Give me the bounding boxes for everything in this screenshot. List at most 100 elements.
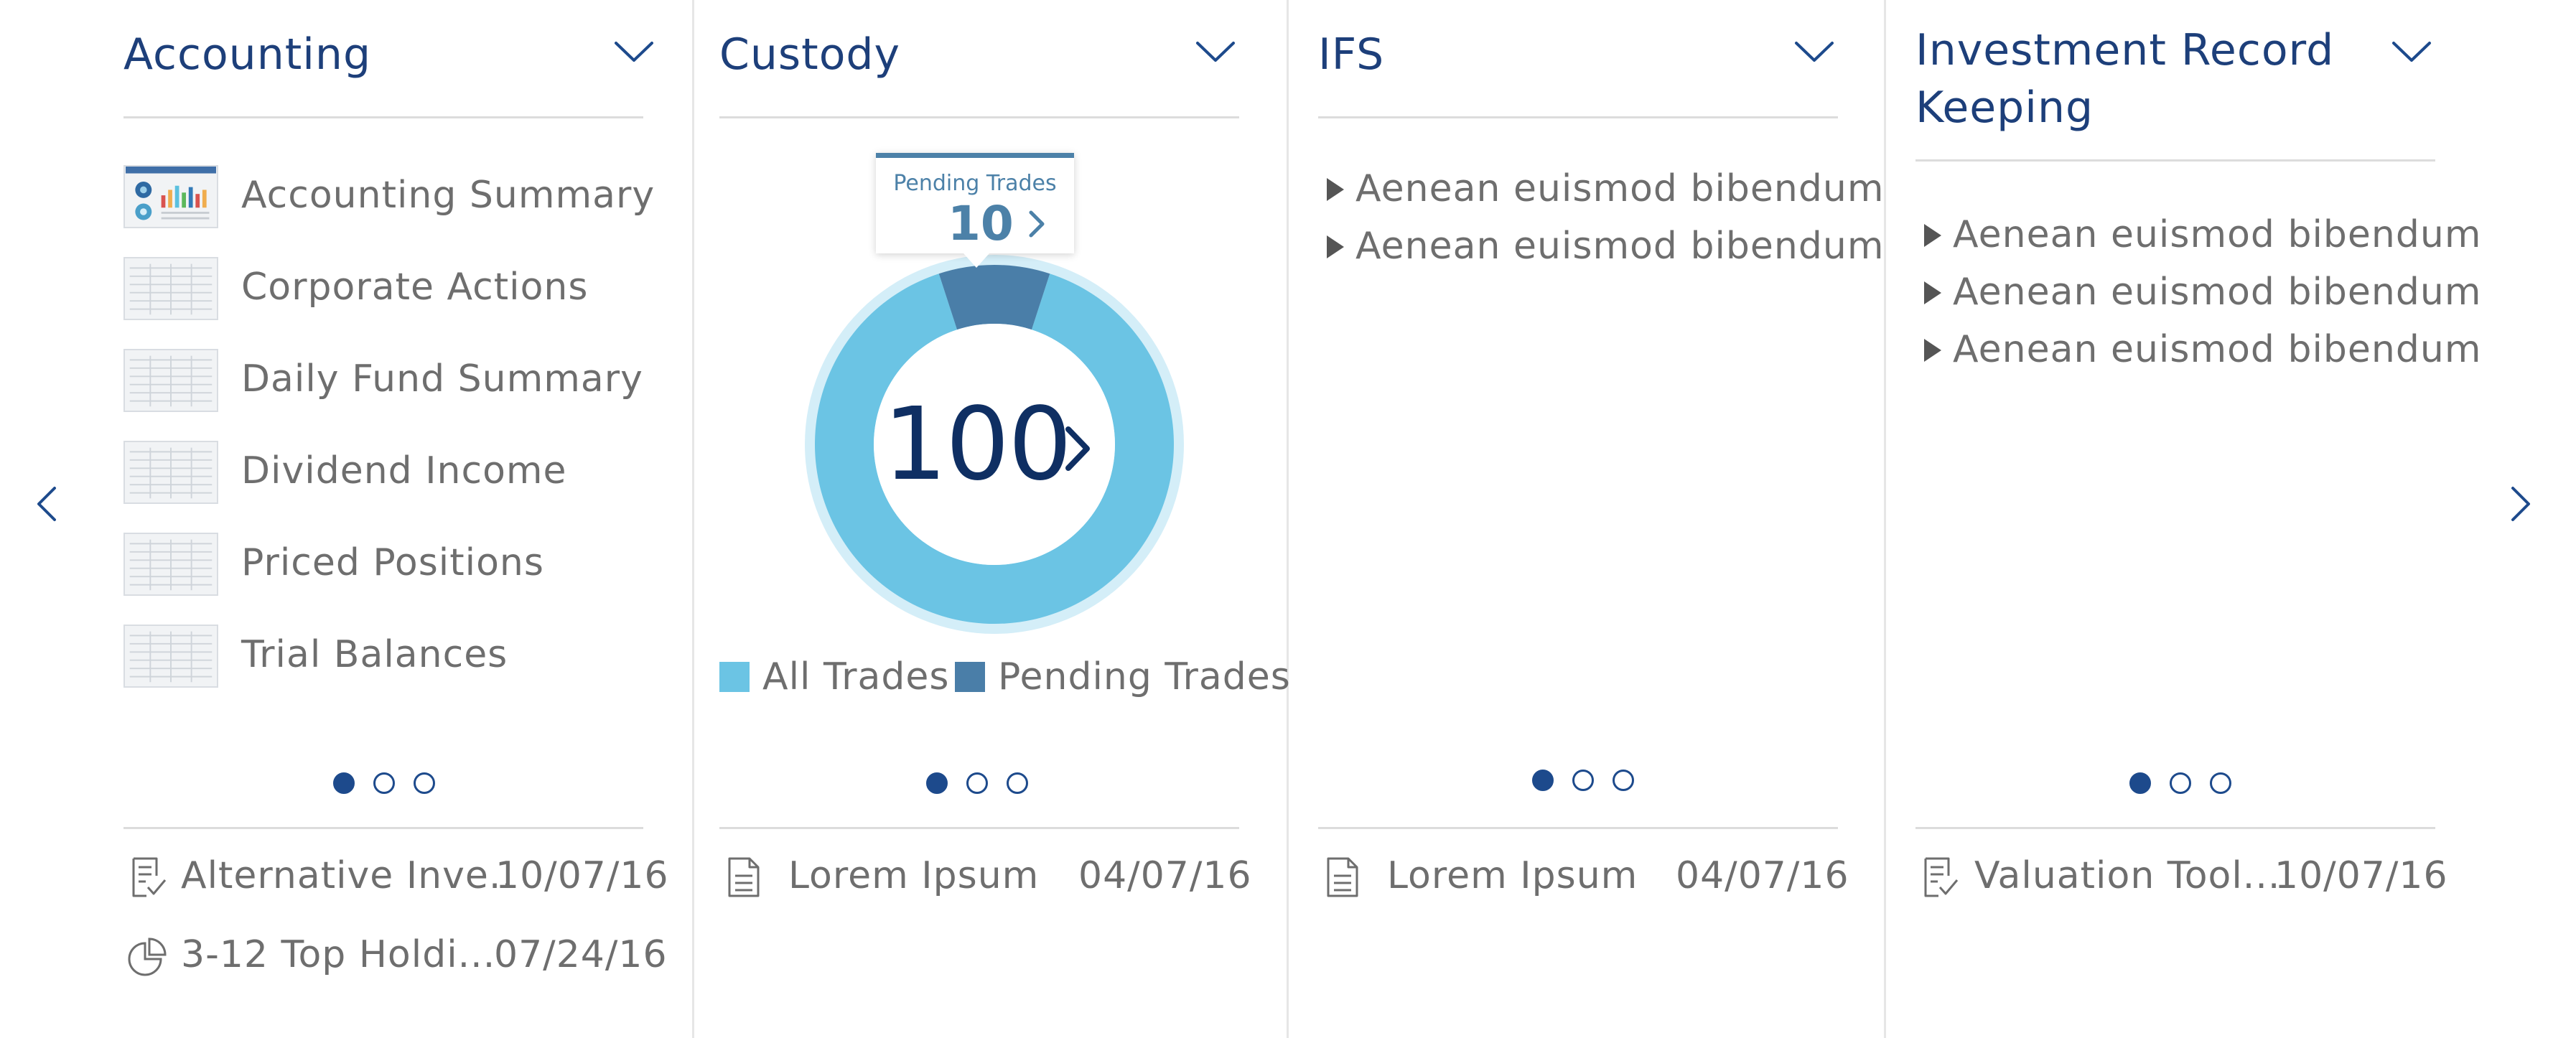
chevron-right-icon [1063, 424, 1094, 474]
tooltip-value: 10 [948, 196, 1014, 251]
document-date: 10/07/16 [495, 854, 669, 897]
pie-chart-icon [128, 933, 168, 979]
caret-right-icon [1924, 339, 1941, 362]
chevron-down-icon [2392, 42, 2431, 62]
report-corporate-actions[interactable]: Corporate Actions [123, 254, 648, 326]
chevron-right-icon [2511, 487, 2530, 521]
report-accounting-summary[interactable]: Accounting Summary [123, 162, 654, 234]
tooltip-label: Pending Trades [893, 171, 1057, 196]
list-item-label: Aenean euismod bibendum [1953, 328, 2482, 371]
header-rule [719, 116, 1239, 118]
page-indicator [1532, 770, 1634, 798]
list-item-label: Aenean euismod bibendum [1355, 225, 1885, 268]
page-indicator [2129, 772, 2231, 801]
list-item[interactable]: Aenean euismod bibendum [1915, 210, 2481, 260]
list-item[interactable]: Aenean euismod bibendum [1318, 221, 1883, 271]
panel-title-line: Investment Record [1915, 25, 2335, 75]
page-dot-1[interactable] [2129, 772, 2151, 794]
donut-slice-pending-trades[interactable] [938, 265, 1050, 330]
custody-expand-button[interactable] [1193, 37, 1238, 66]
chevron-down-icon [615, 42, 653, 62]
page-dot-1[interactable] [333, 772, 355, 794]
list-item-label: Aenean euismod bibendum [1355, 167, 1885, 210]
column-divider [692, 0, 694, 1038]
carousel-prev-button[interactable] [29, 482, 65, 525]
legend-label: All Trades [762, 655, 950, 698]
page-dot-2[interactable] [373, 772, 395, 794]
header-rule [123, 116, 643, 118]
document-name: Alternative Inve.. [181, 854, 514, 897]
accounting-expand-button[interactable] [612, 37, 656, 66]
total-trades-button[interactable]: 100 [883, 380, 1098, 510]
report-trial-balances[interactable]: Trial Balances [123, 622, 648, 693]
page-dot-3[interactable] [1007, 772, 1028, 794]
document-row[interactable]: Lorem Ipsum 04/07/16 [1318, 848, 1849, 906]
caret-right-icon [1924, 224, 1941, 247]
chart-legend: All Trades Pending Trades [719, 652, 1308, 702]
report-label: Corporate Actions [241, 266, 589, 309]
report-label: Daily Fund Summary [241, 357, 643, 401]
document-date: 10/07/16 [2274, 854, 2448, 897]
investment-record-keeping-panel: Investment Record Keeping Aenean euismod… [1915, 0, 2481, 1038]
list-item[interactable]: Aenean euismod bibendum [1318, 164, 1883, 214]
report-priced-positions[interactable]: Priced Positions [123, 530, 648, 602]
report-daily-fund-summary[interactable]: Daily Fund Summary [123, 346, 648, 418]
page-dot-1[interactable] [1532, 770, 1554, 791]
document-name: Lorem Ipsum [1387, 854, 1638, 897]
page-indicator [333, 772, 435, 801]
document-date: 07/24/16 [494, 933, 668, 976]
column-divider [1287, 0, 1289, 1038]
page-dot-1[interactable] [926, 772, 948, 794]
table-thumbnail [123, 441, 218, 504]
report-dividend-income[interactable]: Dividend Income [123, 438, 648, 510]
document-icon [1322, 854, 1363, 900]
list-item[interactable]: Aenean euismod bibendum [1915, 324, 2481, 375]
ifs-panel: IFS Aenean euismod bibendum Aenean euism… [1318, 0, 1883, 1038]
document-row[interactable]: 3-12 Top Holdi... 07/24/16 [123, 927, 667, 985]
dashboard-thumbnail [123, 165, 218, 228]
table-thumbnail [123, 257, 218, 320]
chevron-down-icon [1795, 42, 1834, 62]
caret-right-icon [1924, 281, 1941, 304]
panel-title: Custody [719, 29, 901, 80]
page-dot-2[interactable] [1572, 770, 1594, 791]
panel-title: IFS [1318, 29, 1385, 80]
footer-rule [123, 827, 643, 829]
document-name: Lorem Ipsum [788, 854, 1040, 897]
checklist-doc-icon [128, 854, 168, 900]
checklist-doc-icon [1920, 854, 1960, 900]
document-icon [724, 854, 764, 900]
footer-rule [1318, 827, 1838, 829]
caret-right-icon [1327, 235, 1344, 258]
ifs-expand-button[interactable] [1792, 37, 1837, 66]
page-dot-2[interactable] [2170, 772, 2191, 794]
report-label: Accounting Summary [241, 174, 655, 217]
pending-trades-tooltip[interactable]: Pending Trades 10 [876, 153, 1074, 268]
page-dot-2[interactable] [966, 772, 988, 794]
footer-rule [1915, 827, 2435, 829]
irk-expand-button[interactable] [2389, 37, 2434, 66]
table-thumbnail [123, 533, 218, 596]
legend-swatch [719, 662, 750, 692]
document-row[interactable]: Valuation Tool... 10/07/16 [1915, 848, 2447, 906]
total-trades-value: 100 [883, 386, 1072, 503]
document-row[interactable]: Lorem Ipsum 04/07/16 [719, 848, 1251, 906]
page-dot-3[interactable] [1613, 770, 1634, 791]
chevron-left-icon [37, 487, 56, 521]
page-dot-3[interactable] [2210, 772, 2231, 794]
list-item[interactable]: Aenean euismod bibendum [1915, 267, 2481, 317]
legend-swatch [955, 662, 985, 692]
legend-label: Pending Trades [998, 655, 1291, 698]
document-date: 04/07/16 [1078, 854, 1252, 897]
document-row[interactable]: Alternative Inve.. 10/07/16 [123, 848, 668, 906]
table-thumbnail [123, 625, 218, 688]
accounting-panel: Accounting Accounting Summary Corporate … [123, 0, 668, 1038]
column-divider [1884, 0, 1886, 1038]
header-rule [1318, 116, 1838, 118]
table-thumbnail [123, 349, 218, 412]
report-label: Dividend Income [241, 449, 567, 492]
panel-title-line: Keeping [1915, 83, 2094, 133]
caret-right-icon [1327, 178, 1344, 201]
page-dot-3[interactable] [414, 772, 435, 794]
carousel-next-button[interactable] [2503, 482, 2539, 525]
